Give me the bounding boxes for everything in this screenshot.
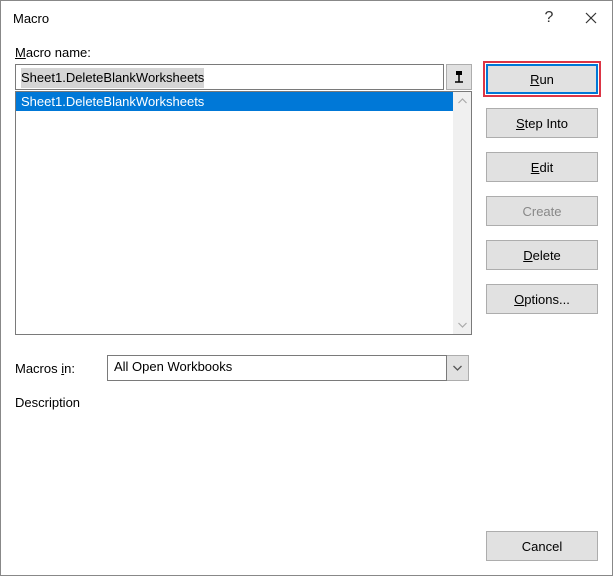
chevron-down-icon (453, 365, 462, 371)
title-bar: Macro ? (1, 1, 612, 35)
description-label: Description (15, 395, 598, 410)
macro-listbox[interactable]: Sheet1.DeleteBlankWorksheets (15, 91, 472, 335)
help-button[interactable]: ? (528, 3, 570, 33)
scroll-up-icon[interactable] (453, 92, 471, 110)
cancel-button[interactable]: Cancel (486, 531, 598, 561)
scrollbar[interactable] (453, 92, 471, 334)
delete-button[interactable]: Delete (486, 240, 598, 270)
close-icon (585, 12, 597, 24)
run-button[interactable]: Run (486, 64, 598, 94)
macro-name-input[interactable]: Sheet1.DeleteBlankWorksheets (15, 64, 444, 90)
macro-name-label: Macro name: (15, 45, 598, 60)
close-button[interactable] (570, 3, 612, 33)
options-button[interactable]: Options... (486, 284, 598, 314)
list-item[interactable]: Sheet1.DeleteBlankWorksheets (16, 92, 453, 111)
scroll-down-icon[interactable] (453, 316, 471, 334)
dialog-title: Macro (13, 11, 49, 26)
reference-icon (452, 70, 466, 84)
macros-in-label: Macros in: (15, 361, 99, 376)
create-button: Create (486, 196, 598, 226)
step-into-button[interactable]: Step Into (486, 108, 598, 138)
reference-button[interactable] (446, 64, 472, 90)
macros-in-dropdown-button[interactable] (447, 355, 469, 381)
macros-in-select[interactable]: All Open Workbooks (107, 355, 447, 381)
edit-button[interactable]: Edit (486, 152, 598, 182)
